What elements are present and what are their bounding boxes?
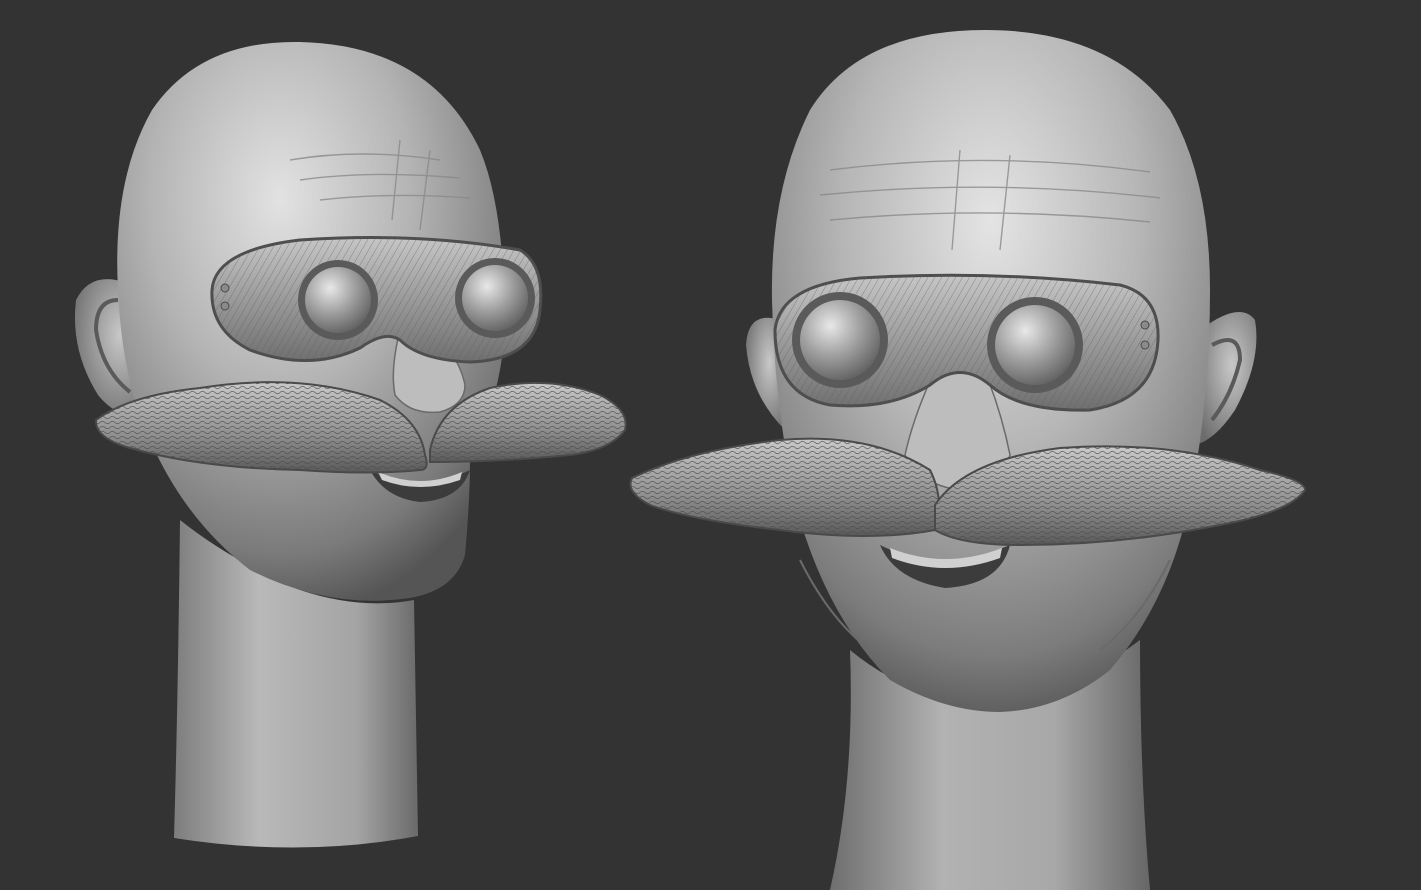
sculpt-viewport xyxy=(0,0,1421,890)
sculpt-render xyxy=(74,30,1307,890)
front-view xyxy=(629,30,1307,890)
left-mustache xyxy=(94,381,627,474)
three-quarter-view xyxy=(74,41,627,848)
